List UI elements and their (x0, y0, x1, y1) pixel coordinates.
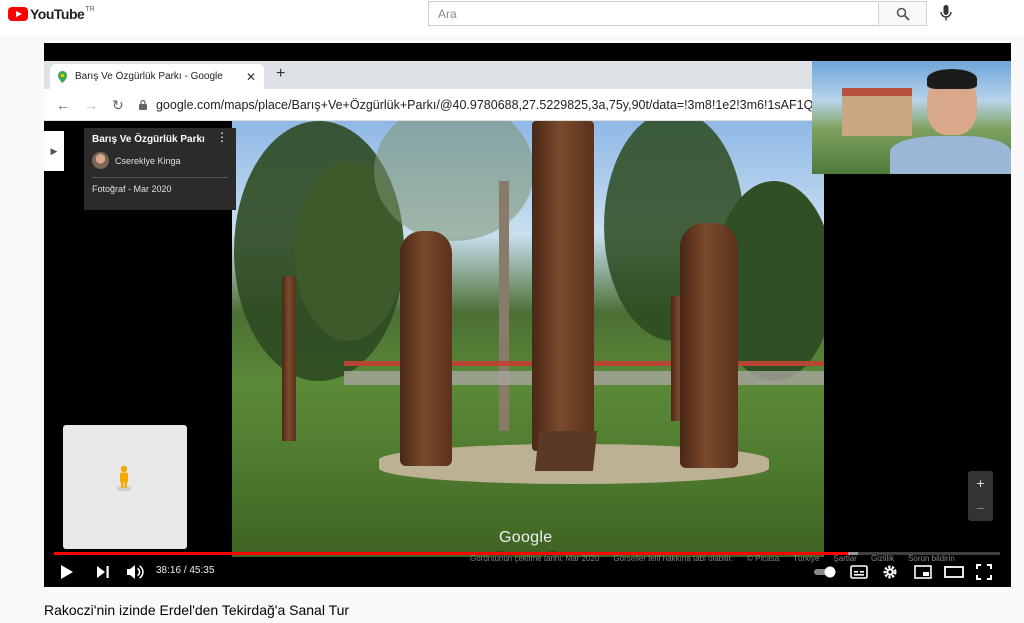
miniplayer-icon (914, 565, 932, 579)
zoom-in-icon[interactable]: + (968, 471, 993, 496)
author-avatar (92, 152, 109, 169)
search-button[interactable] (878, 1, 927, 26)
wooden-statue-left (400, 231, 452, 466)
castle-background (842, 96, 912, 136)
copyright-notice: Görseller telif hakkına tabi olabilir. (613, 554, 734, 563)
subtitles-icon (850, 565, 868, 579)
microphone-icon (940, 5, 952, 21)
minimap-pegman-box[interactable] (63, 425, 187, 549)
capture-date: Görüntünün çekilme tarihi: Mar 2020 (470, 554, 600, 563)
youtube-logo[interactable]: YouTube TR (8, 5, 95, 23)
lock-icon (139, 100, 147, 110)
gear-icon (883, 565, 897, 579)
time-display: 38:16 / 45:35 (156, 565, 215, 576)
divider (92, 177, 228, 178)
zoom-control: + − (968, 471, 993, 521)
miniplayer-button[interactable] (914, 561, 932, 583)
browser-toolbar: ← → ↻ google.com/maps/place/Barış+Ve+Özg… (44, 89, 812, 121)
autoplay-toggle-icon (814, 566, 836, 578)
place-info-card: Barış Ve Özgürlük Parkı ⋮ Csereklye King… (84, 128, 236, 210)
back-arrow-icon[interactable]: ← (56, 97, 70, 113)
played-progress (54, 552, 849, 555)
author-name: Csereklye Kinga (115, 155, 181, 166)
youtube-play-icon (8, 7, 28, 21)
wooden-statue-right (680, 223, 738, 468)
photo-date: Fotoğraf - Mar 2020 (92, 184, 172, 194)
search-box (428, 1, 878, 26)
zoom-out-icon[interactable]: − (968, 496, 993, 521)
volume-icon (127, 565, 144, 579)
close-tab-icon[interactable]: ✕ (246, 70, 256, 84)
picasa-credit: © Picasa (747, 554, 780, 563)
progress-bar[interactable] (54, 552, 1000, 555)
country-code: TR (85, 5, 95, 13)
pegman-icon (117, 465, 131, 491)
fullscreen-button[interactable] (976, 561, 992, 583)
browser-tab[interactable]: Barış Ve Özgürlük Parkı - Google ✕ (50, 64, 264, 89)
play-button[interactable] (60, 561, 74, 583)
theater-mode-icon (944, 566, 964, 578)
next-button[interactable] (96, 561, 110, 583)
collapse-side-panel-button[interactable]: ▶ (44, 131, 64, 171)
photo-author[interactable]: Csereklye Kinga (92, 152, 228, 169)
theater-mode-button[interactable] (944, 561, 964, 583)
video-player[interactable]: Barış Ve Özgürlük Parkı - Google ✕ + ← →… (44, 43, 1011, 587)
logo-text: YouTube (30, 6, 85, 22)
url-text: google.com/maps/place/Barış+Ve+Özgürlük+… (155, 98, 812, 112)
google-watermark: Google (499, 529, 553, 546)
new-tab-icon[interactable]: + (276, 65, 285, 83)
volume-button[interactable] (126, 561, 144, 583)
subtitles-button[interactable] (850, 561, 868, 583)
settings-button[interactable] (882, 561, 898, 583)
skip-next-icon (97, 566, 109, 578)
carved-post (282, 276, 296, 441)
webcam-overlay (812, 61, 1011, 174)
chevron-right-icon: ▶ (50, 145, 58, 156)
more-options-icon[interactable]: ⋮ (216, 131, 228, 143)
wooden-statue-center (532, 121, 594, 451)
browser-tab-title: Barış Ve Özgürlük Parkı - Google (75, 71, 223, 82)
statue-plaque (534, 431, 598, 471)
autoplay-toggle[interactable] (814, 561, 838, 583)
masthead: YouTube TR (0, 0, 1024, 36)
search-icon (896, 7, 910, 21)
video-title: Rakoczi'nin izinde Erdel'den Tekirdağ'a … (44, 602, 350, 618)
fullscreen-icon (976, 564, 992, 580)
search-input[interactable] (429, 2, 878, 25)
maps-pin-icon (58, 70, 67, 83)
forward-arrow-icon[interactable]: → (84, 97, 98, 113)
place-name: Barış Ve Özgürlük Parkı (92, 134, 205, 145)
voice-search-button[interactable] (936, 3, 956, 23)
play-icon (61, 565, 73, 579)
browser-tab-strip: Barış Ve Özgürlük Parkı - Google ✕ + (44, 61, 812, 89)
address-bar[interactable]: google.com/maps/place/Barış+Ve+Özgürlük+… (139, 89, 812, 121)
reload-icon[interactable]: ↻ (112, 97, 124, 114)
